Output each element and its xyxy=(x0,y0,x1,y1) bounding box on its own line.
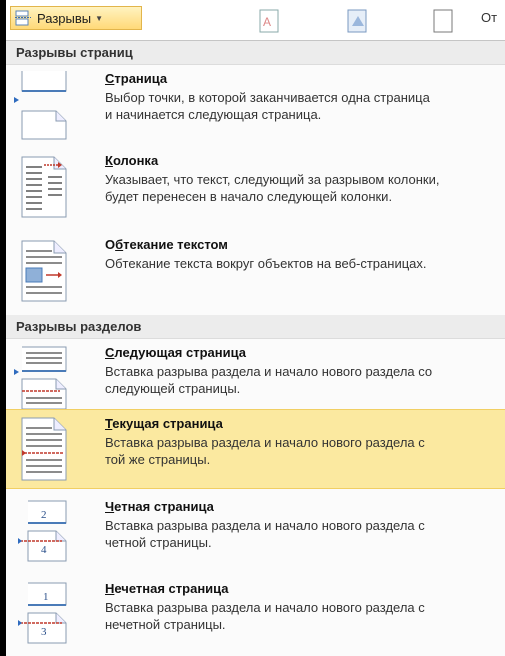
menu-item-description: Вставка разрыва раздела и начало нового … xyxy=(105,600,425,632)
text-wrap-icon xyxy=(21,240,67,302)
menu-item-title: Колонка xyxy=(105,153,159,168)
menu-item-title: Страница xyxy=(105,71,168,86)
menu-item-title: Обтекание текстом xyxy=(105,237,228,252)
breaks-dropdown-button[interactable]: Разрывы ▼ xyxy=(10,6,142,30)
menu-item-page[interactable]: Страница Выбор точки, в которой заканчив… xyxy=(6,65,505,147)
menu-item-description: Вставка разрыва раздела и начало нового … xyxy=(105,518,425,550)
page-borders-icon[interactable] xyxy=(432,8,456,34)
menu-item-title: Четная страница xyxy=(105,499,214,514)
menu-item-description: Выбор точки, в которой заканчивается одн… xyxy=(105,90,430,122)
menu-item-continuous[interactable]: Текущая страница Вставка разрыва раздела… xyxy=(6,409,505,489)
page-color-icon[interactable] xyxy=(346,8,370,34)
menu-item-title: Нечетная страница xyxy=(105,581,229,596)
menu-item-next-page[interactable]: Следующая страница Вставка разрыва разде… xyxy=(6,339,505,410)
continuous-section-icon xyxy=(21,417,67,481)
svg-text:A: A xyxy=(263,15,271,29)
menu-item-even-page[interactable]: 2 4 Четная страница Вставка разрыва разд… xyxy=(6,493,505,573)
breaks-menu: Разрывы страниц Страница Выбор точки, в … xyxy=(6,40,505,656)
column-break-icon xyxy=(21,156,67,218)
section-breaks-header: Разрывы разделов xyxy=(6,315,505,339)
breaks-icon xyxy=(15,10,31,26)
menu-item-description: Вставка разрыва раздела и начало нового … xyxy=(105,435,425,467)
watermark-icon[interactable]: A xyxy=(258,8,282,34)
next-page-section-icon xyxy=(14,346,67,410)
page-number-bottom: 3 xyxy=(41,626,47,638)
chevron-down-icon: ▼ xyxy=(95,13,104,23)
even-page-section-icon: 2 4 xyxy=(18,500,67,562)
breaks-label: Разрывы xyxy=(37,10,92,26)
odd-page-section-icon: 1 3 xyxy=(18,582,67,644)
menu-item-title: Текущая страница xyxy=(105,416,223,431)
menu-item-description: Указывает, что текст, следующий за разры… xyxy=(105,172,440,204)
menu-item-odd-page[interactable]: 1 3 Нечетная страница Вставка разрыва ра… xyxy=(6,575,505,655)
page-number-top: 1 xyxy=(43,591,49,603)
page-number-bottom: 4 xyxy=(41,544,47,556)
ribbon-toolbar: Разрывы ▼ A От xyxy=(6,0,505,42)
menu-item-title: Следующая страница xyxy=(105,345,246,360)
menu-item-text-wrapping[interactable]: Обтекание текстом Обтекание текста вокру… xyxy=(6,231,505,315)
breaks-menu-window: Разрывы ▼ A От Разрывы страниц Страница … xyxy=(6,0,505,656)
menu-item-column[interactable]: Колонка Указывает, что текст, следующий … xyxy=(6,147,505,231)
menu-item-description: Вставка разрыва раздела и начало нового … xyxy=(105,364,433,396)
menu-item-description: Обтекание текста вокруг объектов на веб-… xyxy=(105,256,427,271)
page-breaks-header: Разрывы страниц xyxy=(6,41,505,65)
toolbar-next-label: От xyxy=(481,10,498,25)
page-break-icon xyxy=(14,71,67,140)
page-number-top: 2 xyxy=(41,509,47,521)
